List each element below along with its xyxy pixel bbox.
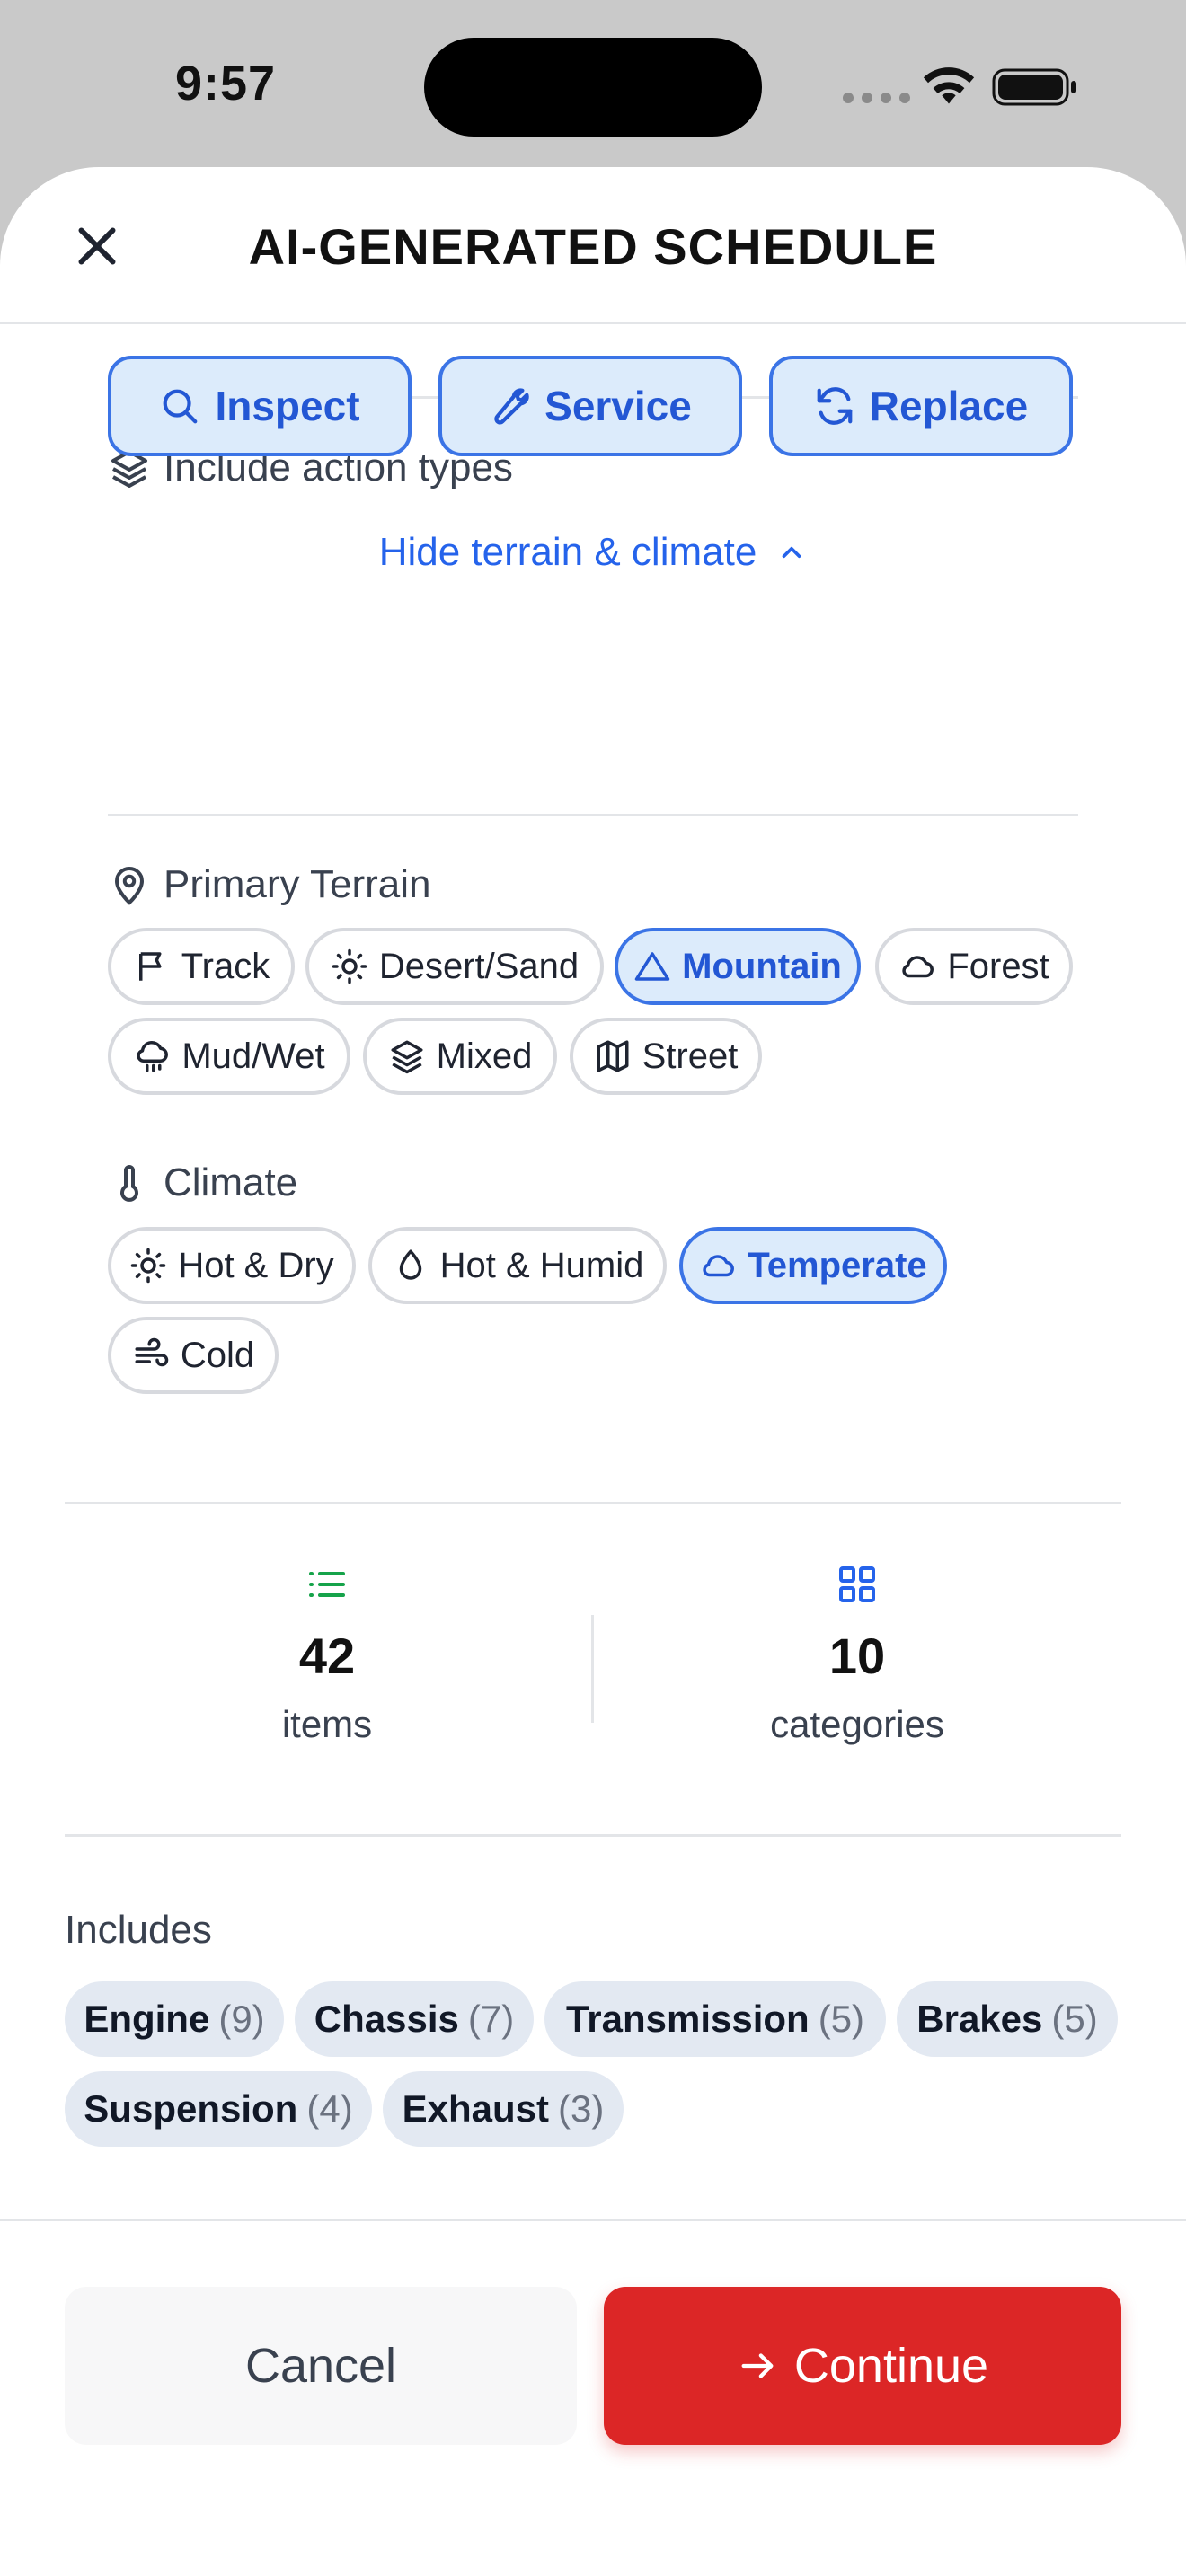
terrain-chip-street[interactable]: Street — [570, 1018, 762, 1095]
chip-label: Hot & Humid — [439, 1245, 644, 1285]
stat-categories-value: 10 — [828, 1628, 886, 1684]
terrain-chip-track[interactable]: Track — [108, 928, 295, 1005]
footer-divider — [0, 2219, 1186, 2221]
terrain-chip-forest[interactable]: Forest — [875, 928, 1073, 1005]
climate-chip-temperate[interactable]: Temperate — [679, 1227, 947, 1304]
dynamic-island — [424, 38, 762, 137]
climate-chip-cold[interactable]: Cold — [108, 1317, 279, 1394]
divider — [108, 814, 1078, 816]
grid-icon — [839, 1566, 875, 1602]
chip-label: Mixed — [436, 1036, 533, 1076]
terrain-chip-desert-sand[interactable]: Desert/Sand — [305, 928, 604, 1005]
chip-label: Cold — [180, 1335, 255, 1375]
stat-categories: 10 categories — [597, 1563, 1118, 1746]
status-time: 9:57 — [175, 57, 277, 110]
cancel-button[interactable]: Cancel — [65, 2287, 577, 2445]
climate-chip-hot-dry[interactable]: Hot & Dry — [108, 1227, 356, 1304]
tag-name: Engine — [84, 1998, 210, 2040]
include-tag-exhaust: Exhaust (3) — [383, 2071, 624, 2147]
replace-label: Replace — [869, 383, 1029, 429]
chip-label: Temperate — [748, 1245, 927, 1285]
divider — [65, 1834, 1121, 1837]
continue-label: Continue — [793, 2339, 989, 2393]
wrench-icon — [494, 388, 529, 425]
include-tag-chassis: Chassis (7) — [295, 1981, 534, 2057]
terrain-chip-mud-wet[interactable]: Mud/Wet — [108, 1018, 350, 1095]
flag-icon — [138, 952, 162, 981]
tag-count: (4) — [306, 2087, 353, 2130]
mountain-icon — [634, 952, 670, 981]
layers-icon — [391, 1040, 423, 1074]
search-icon — [164, 389, 198, 424]
chip-label: Street — [642, 1036, 739, 1076]
divider — [65, 1502, 1121, 1504]
continue-button[interactable]: Continue — [604, 2287, 1121, 2445]
inspect-button[interactable]: Inspect — [108, 356, 412, 456]
chip-label: Desert/Sand — [378, 946, 580, 986]
terrain-chip-mountain[interactable]: Mountain — [615, 928, 861, 1005]
include-tag-transmission: Transmission (5) — [544, 1981, 886, 2057]
replace-button[interactable]: Replace — [769, 356, 1073, 456]
sheet-header: AI-GENERATED SCHEDULE — [0, 167, 1186, 324]
stat-items-value: 42 — [298, 1628, 356, 1684]
service-label: Service — [544, 383, 692, 429]
sun-icon — [332, 948, 367, 984]
terrain-chip-mixed[interactable]: Mixed — [363, 1018, 557, 1095]
tag-count: (5) — [1051, 1998, 1098, 2040]
toggle-label: Hide terrain & climate — [378, 530, 757, 574]
wind-icon — [135, 1337, 169, 1367]
tag-count: (3) — [558, 2087, 605, 2130]
chip-label: Forest — [947, 946, 1049, 986]
includes-label: Includes — [65, 1908, 212, 1952]
tag-count: (5) — [818, 1998, 865, 2040]
climate-label-text: Climate — [164, 1160, 298, 1204]
tag-count: (7) — [467, 1998, 515, 2040]
tag-name: Suspension — [84, 2087, 298, 2130]
sun-icon — [131, 1248, 166, 1284]
chip-label: Hot & Dry — [178, 1245, 334, 1285]
include-tag-brakes: Brakes (5) — [897, 1981, 1118, 2057]
tag-name: Brakes — [916, 1998, 1043, 2040]
hide-terrain-climate-link[interactable]: Hide terrain & climate — [0, 530, 1186, 575]
include-tag-engine: Engine (9) — [65, 1981, 284, 2057]
climate-chip-hot-humid[interactable]: Hot & Humid — [368, 1227, 667, 1304]
include-tag-suspension: Suspension (4) — [65, 2071, 372, 2147]
tag-name: Chassis — [314, 1998, 459, 2040]
service-button[interactable]: Service — [438, 356, 742, 456]
rain-icon — [137, 1040, 169, 1072]
droplet-icon — [399, 1249, 421, 1280]
wifi-icon — [923, 67, 975, 104]
list-icon — [309, 1572, 345, 1597]
terrain-label-text: Primary Terrain — [164, 862, 431, 906]
chip-label: Mountain — [682, 946, 842, 986]
tag-name: Exhaust — [402, 2087, 550, 2130]
chevron-up-icon — [782, 546, 801, 559]
terrain-label: Primary Terrain — [108, 862, 430, 907]
thermometer-icon — [120, 1165, 138, 1202]
map-icon — [597, 1040, 629, 1072]
sheet-title: AI-GENERATED SCHEDULE — [248, 218, 938, 275]
map-pin-icon — [114, 867, 145, 905]
cloud-icon — [703, 1255, 735, 1277]
cloud-icon — [902, 956, 934, 978]
stat-categories-label: categories — [770, 1703, 944, 1745]
tag-name: Transmission — [565, 1998, 810, 2040]
refresh-icon — [817, 387, 853, 425]
chip-label: Mud/Wet — [181, 1036, 325, 1076]
signal-dots-icon — [843, 93, 910, 103]
stat-items-label: items — [281, 1703, 373, 1745]
stat-items: 42 items — [66, 1563, 588, 1746]
inspect-label: Inspect — [215, 383, 360, 429]
tag-count: (9) — [218, 1998, 265, 2040]
climate-label: Climate — [108, 1160, 297, 1205]
chip-label: Track — [181, 946, 270, 986]
battery-icon — [992, 68, 1076, 106]
arrow-right-icon — [741, 2353, 774, 2378]
stat-separator — [591, 1615, 594, 1723]
